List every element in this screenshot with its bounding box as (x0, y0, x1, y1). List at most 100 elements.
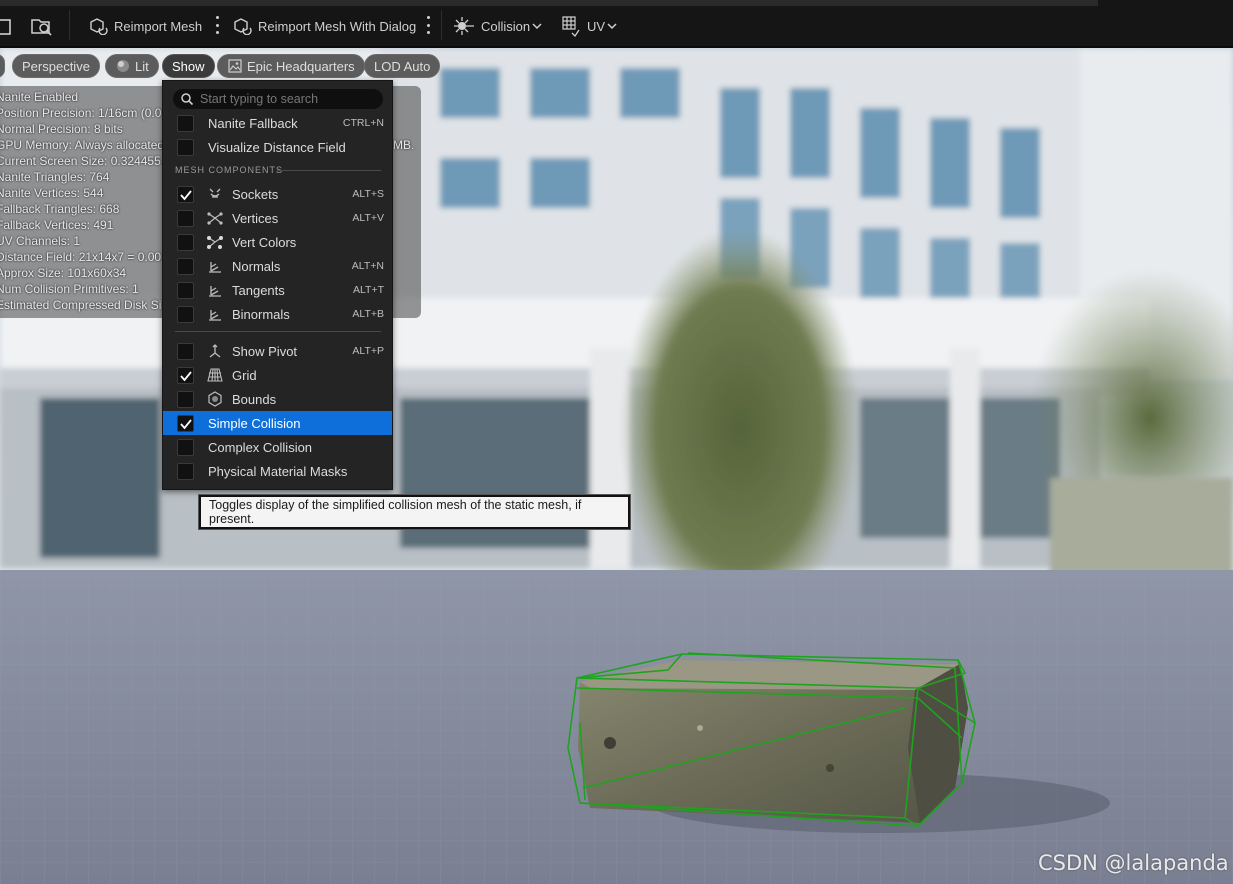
menu-item-nanite-fallback[interactable]: Nanite Fallback CTRL+N (163, 111, 392, 135)
menu-item-label: Vert Colors (232, 234, 297, 250)
stat-overflow-text: MB. (393, 138, 415, 152)
checkbox[interactable] (177, 282, 194, 299)
menu-item-vertices[interactable]: Vertices ALT+V (163, 206, 392, 230)
pivot-icon (209, 344, 221, 358)
checkmark-icon (180, 190, 192, 201)
checkbox[interactable] (177, 139, 194, 156)
lit-sphere-icon (117, 60, 129, 72)
reimport-with-dialog-button[interactable]: Reimport Mesh With Dialog (232, 12, 416, 40)
menu-item-shortcut: CTRL+N (342, 117, 384, 129)
save-icon (0, 19, 11, 35)
tooltip: Toggles display of the simplified collis… (199, 495, 630, 529)
menu-item-label: Nanite Fallback (208, 115, 298, 131)
image-icon (228, 59, 242, 73)
uv-grid-icon (562, 16, 580, 37)
menu-item-binormals[interactable]: Binormals ALT+B (163, 302, 392, 326)
reimport-mesh-button[interactable]: Reimport Mesh (88, 12, 202, 40)
checkbox[interactable] (177, 210, 194, 227)
menu-item-tangents[interactable]: Tangents ALT+T (163, 278, 392, 302)
reimport-with-dialog-label: Reimport Mesh With Dialog (258, 18, 417, 34)
environment-button[interactable]: Epic Headquarters (217, 54, 365, 78)
menu-item-label: Simple Collision (208, 415, 301, 431)
menu-item-label: Normals (232, 258, 281, 274)
reimport-icon (90, 18, 108, 35)
chevron-down-icon (607, 23, 617, 30)
checkbox[interactable] (177, 463, 194, 480)
section-header-mesh-components: MESH COMPONENTS (175, 165, 284, 175)
checkbox[interactable] (177, 186, 194, 203)
reimport-options-menu[interactable] (215, 16, 219, 34)
show-menu: Start typing to search Nanite Fallback C… (162, 80, 393, 490)
reimport-mesh-label: Reimport Mesh (114, 18, 203, 34)
checkbox[interactable] (177, 115, 194, 132)
vertices-icon (207, 212, 223, 225)
checkmark-icon (180, 371, 192, 382)
menu-item-grid[interactable]: Grid (163, 363, 392, 387)
lit-button[interactable]: Lit (105, 54, 159, 78)
menu-item-shortcut: ALT+B (352, 308, 384, 320)
menu-item-label: Show Pivot (232, 343, 298, 359)
menu-item-sockets[interactable]: Sockets ALT+S (163, 182, 392, 206)
checkbox[interactable] (177, 258, 194, 275)
search-placeholder: Start typing to search (200, 92, 319, 106)
menu-item-bounds[interactable]: Bounds (163, 387, 392, 411)
section-divider (277, 170, 381, 171)
menu-item-label: Visualize Distance Field (208, 139, 346, 155)
menu-item-shortcut: ALT+V (352, 212, 384, 224)
lod-label: LOD Auto (374, 58, 431, 74)
toolbar-separator (441, 10, 442, 40)
uv-label: UV (587, 18, 606, 34)
collision-dropdown[interactable]: Collision (453, 12, 550, 40)
save-button[interactable] (0, 12, 18, 40)
search-icon (181, 93, 194, 106)
tangents-icon (209, 286, 221, 297)
perspective-label: Perspective (22, 58, 90, 74)
bounds-icon (208, 391, 222, 407)
checkbox[interactable] (177, 415, 194, 432)
menu-item-shortcut: ALT+P (352, 345, 384, 357)
binormals-icon (209, 310, 221, 321)
browse-button[interactable] (30, 12, 60, 40)
checkbox[interactable] (177, 234, 194, 251)
lod-button[interactable]: LOD Auto (364, 54, 441, 78)
collision-label: Collision (481, 18, 531, 34)
grid-icon (207, 368, 223, 382)
checkbox[interactable] (177, 306, 194, 323)
menu-item-vert-colors[interactable]: Vert Colors (163, 230, 392, 254)
collision-icon (454, 17, 474, 35)
reimport-dialog-icon (234, 18, 252, 35)
reimport-dialog-options-menu[interactable] (426, 16, 430, 34)
menu-item-label: Binormals (232, 306, 290, 322)
menu-item-label: Bounds (232, 391, 277, 407)
menu-item-show-pivot[interactable]: Show Pivot ALT+P (163, 339, 392, 363)
menu-item-label: Vertices (232, 210, 279, 226)
checkbox[interactable] (177, 367, 194, 384)
toolbar-separator (69, 10, 70, 40)
browse-folder-icon (31, 19, 52, 36)
sockets-icon (209, 188, 221, 198)
chevron-down-icon (532, 23, 542, 30)
uv-dropdown[interactable]: UV (561, 12, 625, 40)
asset-toolbar: Reimport Mesh Reimport Mesh With Dialog … (0, 0, 1233, 48)
menu-search-input[interactable]: Start typing to search (173, 89, 383, 109)
lit-label: Lit (135, 58, 149, 74)
menu-item-visualize-distance-field[interactable]: Visualize Distance Field (163, 135, 392, 159)
checkbox[interactable] (177, 391, 194, 408)
menu-item-physical-material-masks[interactable]: Physical Material Masks (163, 459, 392, 483)
environment-label: Epic Headquarters (247, 58, 355, 74)
perspective-button[interactable]: Perspective (12, 54, 100, 78)
menu-item-label: Grid (232, 367, 257, 383)
menu-item-normals[interactable]: Normals ALT+N (163, 254, 392, 278)
toolbar-top-strip (0, 0, 1098, 6)
checkbox[interactable] (177, 439, 194, 456)
menu-divider (175, 331, 381, 332)
watermark: CSDN @lalapanda (1038, 851, 1229, 875)
menu-item-label: Tangents (232, 282, 285, 298)
menu-item-simple-collision[interactable]: Simple Collision (163, 411, 392, 435)
menu-item-label: Complex Collision (208, 439, 313, 455)
tooltip-text: Toggles display of the simplified collis… (209, 498, 582, 526)
checkbox[interactable] (177, 343, 194, 360)
show-button[interactable]: Show (162, 54, 215, 78)
menu-item-complex-collision[interactable]: Complex Collision (163, 435, 392, 459)
menu-item-label: Sockets (232, 186, 279, 202)
